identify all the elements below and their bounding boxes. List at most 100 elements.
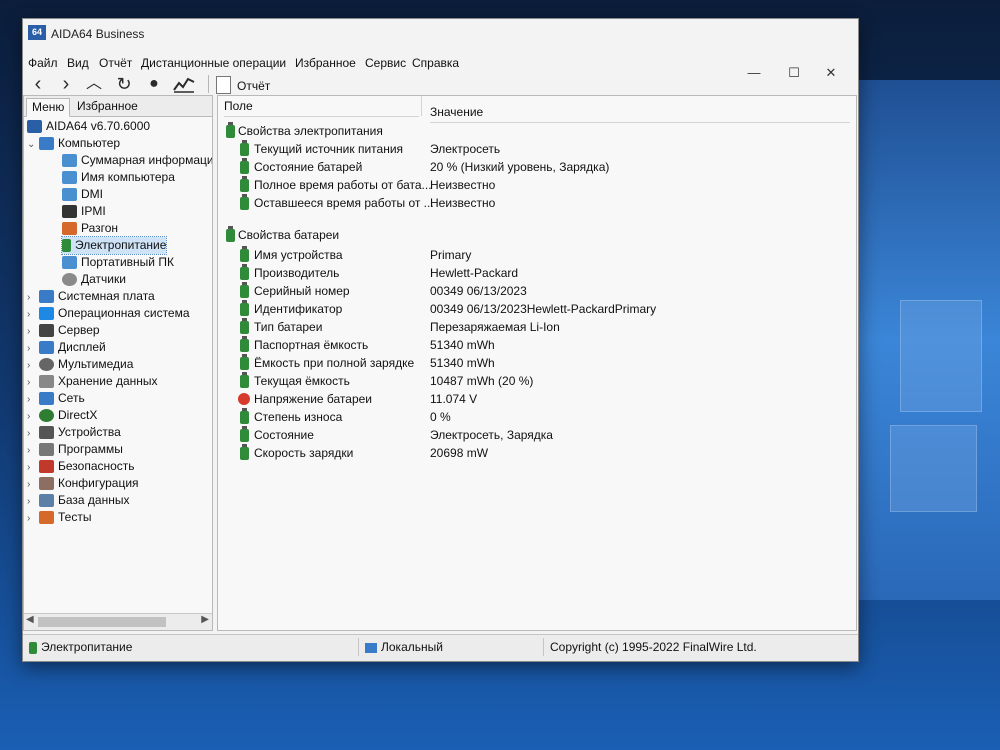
table-row[interactable]: Степень износа 0 % <box>218 408 856 426</box>
chart-icon[interactable] <box>171 73 197 95</box>
horizontal-scrollbar[interactable]: ◀ ▶ <box>24 613 212 630</box>
tree-item-label: IPMI <box>81 204 106 218</box>
table-row[interactable]: Тип батареи Перезаряжаемая Li-Ion <box>218 318 856 336</box>
benchmark-icon <box>39 511 54 525</box>
user-icon[interactable]: ● <box>141 73 167 95</box>
up-icon[interactable]: ︿ <box>81 73 107 95</box>
chevron-right-icon[interactable]: › <box>27 323 39 340</box>
tree-section-os[interactable]: › Операционная система <box>27 305 190 322</box>
tree-section-server[interactable]: › Сервер <box>27 322 100 339</box>
chevron-right-icon[interactable]: › <box>27 357 39 374</box>
tree-item-computer-name[interactable]: Имя компьютера <box>62 169 175 186</box>
tree-item-overclock[interactable]: Разгон <box>62 220 118 237</box>
field-name: Оставшееся время работы от ... <box>254 196 434 210</box>
tree-item-label: Датчики <box>81 272 126 286</box>
tree-section-label: Дисплей <box>58 340 106 354</box>
chevron-right-icon[interactable]: › <box>27 289 39 306</box>
tree-section-multimedia[interactable]: › Мультимедиа <box>27 356 133 373</box>
menu-help[interactable]: Справка <box>412 56 459 70</box>
database-icon <box>39 494 54 508</box>
table-row[interactable]: Идентификатор 00349 06/13/2023Hewlett-Pac… <box>218 300 856 318</box>
table-row[interactable]: Текущий источник питания Электросеть <box>218 140 856 158</box>
tree-section-label: Тесты <box>58 510 92 524</box>
menu-service[interactable]: Сервис <box>365 56 406 70</box>
table-row[interactable]: Состояние Электросеть, Зарядка <box>218 426 856 444</box>
table-row[interactable]: Скорость зарядки 20698 mW <box>218 444 856 462</box>
tree-item-power[interactable]: Электропитание <box>60 236 168 255</box>
table-row[interactable]: Паспортная ёмкость 51340 mWh <box>218 336 856 354</box>
chevron-right-icon[interactable]: › <box>27 510 39 527</box>
chevron-right-icon[interactable]: › <box>27 306 39 323</box>
power-icon <box>226 122 235 138</box>
chevron-right-icon[interactable]: › <box>27 391 39 408</box>
tree-section-software[interactable]: › Программы <box>27 441 123 458</box>
table-row[interactable]: Напряжение батареи 11.074 V <box>218 390 856 408</box>
chevron-right-icon[interactable]: › <box>27 459 39 476</box>
tree-section-config[interactable]: › Конфигурация <box>27 475 139 492</box>
column-header-value[interactable]: Значение <box>430 102 850 123</box>
tree-section-security[interactable]: › Безопасность <box>27 458 135 475</box>
group-header-battery[interactable]: Свойства батареи <box>218 226 856 244</box>
column-header-field[interactable]: Поле <box>224 96 419 117</box>
chevron-down-icon[interactable]: ⌄ <box>27 136 39 153</box>
back-icon[interactable]: ‹ <box>25 73 51 95</box>
tree-item-ipmi[interactable]: IPMI <box>62 203 106 220</box>
status-mode-label: Локальный <box>381 640 443 654</box>
tree-section-benchmark[interactable]: › Тесты <box>27 509 91 526</box>
refresh-icon[interactable]: ↻ <box>111 73 137 95</box>
scrollbar-thumb[interactable] <box>38 617 166 627</box>
chevron-right-icon[interactable]: › <box>27 340 39 357</box>
table-row[interactable]: Текущая ёмкость 10487 mWh (20 %) <box>218 372 856 390</box>
tree-section-devices[interactable]: › Устройства <box>27 424 121 441</box>
tree-item-label: DMI <box>81 187 103 201</box>
tree-item-sensors[interactable]: Датчики <box>62 271 126 288</box>
report-icon[interactable] <box>216 76 231 94</box>
devices-icon <box>39 426 54 440</box>
tree-section-directx[interactable]: › DirectX <box>27 407 97 424</box>
window-title: AIDA64 Business <box>51 27 145 41</box>
tab-favorites[interactable]: Избранное <box>72 98 143 115</box>
tree-section-network[interactable]: › Сеть <box>27 390 85 407</box>
table-row[interactable]: Оставшееся время работы от ... Неизвестно <box>218 194 856 212</box>
field-name: Идентификатор <box>254 302 343 316</box>
forward-icon[interactable]: › <box>53 73 79 95</box>
chevron-right-icon[interactable]: › <box>27 493 39 510</box>
chevron-right-icon[interactable]: › <box>27 476 39 493</box>
chevron-right-icon[interactable]: › <box>27 442 39 459</box>
table-row[interactable]: Полное время работы от бата... Неизвестно <box>218 176 856 194</box>
field-name: Паспортная ёмкость <box>254 338 369 352</box>
report-button-label[interactable]: Отчёт <box>237 79 270 93</box>
scroll-left-icon[interactable]: ◀ <box>26 614 34 625</box>
table-row[interactable]: Имя устройства Primary <box>218 246 856 264</box>
tree-item-summary[interactable]: Суммарная информация <box>62 152 212 169</box>
field-name: Тип батареи <box>254 320 323 334</box>
menu-view[interactable]: Вид <box>67 56 89 70</box>
column-divider[interactable] <box>421 96 422 116</box>
menu-report[interactable]: Отчёт <box>99 56 132 70</box>
table-row[interactable]: Ёмкость при полной зарядке 51340 mWh <box>218 354 856 372</box>
menu-remote[interactable]: Дистанционные операции <box>141 56 286 70</box>
tree-section-display[interactable]: › Дисплей <box>27 339 106 356</box>
chevron-right-icon[interactable]: › <box>27 425 39 442</box>
tree-section-storage[interactable]: › Хранение данных <box>27 373 158 390</box>
tree-section-database[interactable]: › База данных <box>27 492 129 509</box>
menu-favorites[interactable]: Избранное <box>295 56 356 70</box>
config-icon <box>39 477 54 491</box>
menu-file[interactable]: Файл <box>28 56 58 70</box>
tab-menu[interactable]: Меню <box>26 98 71 117</box>
table-row[interactable]: Состояние батарей 20 % (Низкий уровень, З… <box>218 158 856 176</box>
tree-root[interactable]: AIDA64 v6.70.6000 <box>27 118 150 135</box>
tree-section-label: Мультимедиа <box>58 357 134 371</box>
tree-item-label: Разгон <box>81 221 119 235</box>
tree-section-motherboard[interactable]: › Системная плата <box>27 288 155 305</box>
tree-item-dmi[interactable]: DMI <box>62 186 103 203</box>
scroll-right-icon[interactable]: ▶ <box>201 614 209 625</box>
tree-computer[interactable]: ⌄ Компьютер <box>27 135 120 152</box>
chevron-right-icon[interactable]: › <box>27 374 39 391</box>
tree-item-portable[interactable]: Портативный ПК <box>62 254 174 271</box>
tree-item-label: Портативный ПК <box>81 255 174 269</box>
group-header-power[interactable]: Свойства электропитания <box>218 122 856 140</box>
table-row[interactable]: Производитель Hewlett-Packard <box>218 264 856 282</box>
table-row[interactable]: Серийный номер 00349 06/13/2023 <box>218 282 856 300</box>
chevron-right-icon[interactable]: › <box>27 408 39 425</box>
